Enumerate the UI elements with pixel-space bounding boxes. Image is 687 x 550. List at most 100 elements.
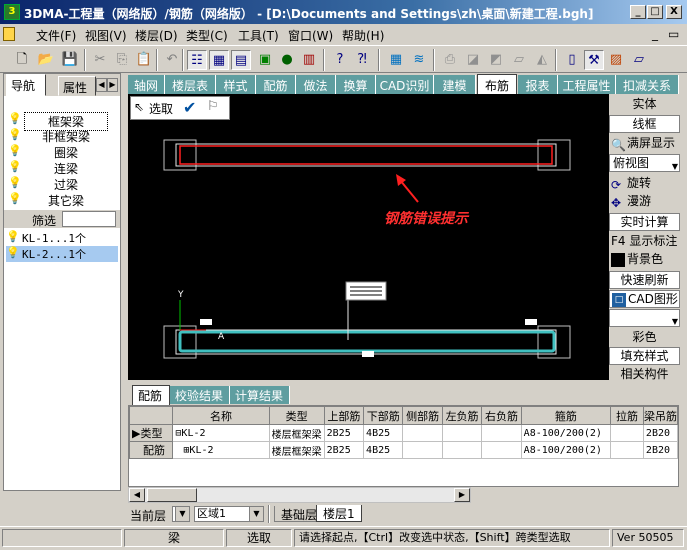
tab-axis-grid[interactable]: 轴网 (128, 75, 165, 94)
column-header[interactable]: 拉筋 (610, 406, 644, 425)
copy-icon[interactable]: ⎘ (112, 50, 132, 70)
column-header[interactable]: 侧部筋 (402, 406, 443, 425)
slab-icon[interactable]: ◭ (532, 50, 552, 70)
column-header[interactable]: 左负筋 (441, 406, 483, 425)
save-icon[interactable]: 💾 (60, 50, 80, 70)
paste-icon[interactable]: 📋 (134, 50, 154, 70)
horizontal-scrollbar[interactable]: ◀ ▶ (128, 487, 471, 503)
table-cell[interactable]: A8-100/200(2) (520, 441, 612, 459)
select-button[interactable]: 选取 (149, 100, 173, 117)
row-header[interactable]: ▶类型 (129, 424, 174, 442)
category-other-beam[interactable]: 💡 其它梁 (8, 192, 118, 208)
layer-icon[interactable]: ▣ (255, 50, 275, 70)
minimize-button[interactable]: _ (630, 5, 646, 19)
grid-icon[interactable]: ▦ (386, 50, 406, 70)
confirm-check-icon[interactable]: ✔ (183, 98, 196, 117)
column-header[interactable]: 名称 (172, 406, 270, 425)
shape-icon[interactable]: ◪ (463, 50, 483, 70)
table-cell[interactable]: 楼层框架梁 (268, 441, 325, 459)
tab-navigation[interactable]: 导航 (6, 74, 46, 96)
scroll-thumb[interactable] (147, 488, 197, 502)
close-button[interactable]: X (666, 5, 682, 19)
table-cell[interactable]: 2B25 (323, 424, 365, 442)
drawing-canvas[interactable]: 钢筋错误提示 Y A (128, 94, 609, 380)
column-header[interactable]: 下部筋 (363, 406, 404, 425)
show-annotation-button[interactable]: F4 显示标注 (609, 233, 680, 251)
table-cell[interactable]: 2B20 (642, 424, 678, 442)
column-header[interactable]: 类型 (268, 406, 325, 425)
eraser-icon[interactable]: ▱ (629, 50, 649, 70)
column-header[interactable]: 箍筋 (520, 406, 612, 425)
tab-scroll-right-icon[interactable]: ▶ (107, 78, 118, 92)
menu-file[interactable]: 文件(F) (36, 27, 76, 44)
row-header[interactable]: 配筋 (129, 441, 174, 459)
wall-icon[interactable]: ▨ (606, 50, 626, 70)
roam-button[interactable]: ✥ 漫游 (609, 193, 680, 211)
tab-cad-recognition[interactable]: CAD识别 (376, 75, 434, 94)
cube-icon[interactable]: ◩ (486, 50, 506, 70)
turtle-icon[interactable]: ● (277, 50, 297, 70)
category-lintel[interactable]: 💡 过梁 (8, 176, 118, 192)
table-cell[interactable]: 4B25 (363, 424, 404, 442)
table-cell[interactable] (441, 441, 483, 459)
table-cell[interactable] (441, 424, 483, 442)
tab-rebar-layout[interactable]: 布筋 (477, 74, 517, 94)
rebar-icon[interactable]: ⚒ (584, 50, 604, 70)
cut-icon[interactable]: ✂ (90, 50, 110, 70)
tab-reinforcement[interactable]: 配筋 (256, 75, 296, 94)
context-help-icon[interactable]: ⁈ (352, 50, 372, 70)
edit-tool-icon[interactable]: ⚐ (207, 99, 219, 114)
fit-screen-button[interactable]: 🔍满屏显示 (609, 135, 680, 153)
area-select[interactable]: 区域1 ▼ (194, 506, 264, 522)
table-cell[interactable] (610, 424, 644, 442)
table-view-icon[interactable]: ▦ (209, 50, 229, 70)
column-header[interactable]: 右负筋 (481, 406, 522, 425)
table-cell[interactable] (610, 441, 644, 459)
selected-beam[interactable] (178, 330, 556, 353)
tab-properties[interactable]: 属性 (58, 76, 96, 96)
category-link-beam[interactable]: 💡 连梁 (8, 160, 118, 176)
column-header[interactable]: 上部筋 (323, 406, 365, 425)
property-view-icon[interactable]: ▤ (231, 50, 251, 70)
table-cell[interactable]: 4B25 (363, 441, 404, 459)
table-cell[interactable]: ⊞KL-2 (172, 441, 270, 459)
menu-floor[interactable]: 楼层(D) (135, 27, 178, 44)
tab-floor-table[interactable]: 楼层表 (165, 75, 216, 94)
new-file-icon[interactable]: 🗋 (12, 50, 32, 70)
table-cell[interactable] (402, 424, 443, 442)
tree-view-icon[interactable]: ☷ (187, 50, 207, 70)
maximize-button[interactable]: □ (647, 5, 663, 19)
wireframe-button[interactable]: 线框 (609, 115, 680, 133)
help-icon[interactable]: ? (330, 50, 350, 70)
menu-type[interactable]: 类型(C) (186, 27, 228, 44)
rotate-button[interactable]: ⟳ 旋转 (609, 175, 680, 193)
tab-style[interactable]: 样式 (216, 75, 256, 94)
column-header[interactable]: 梁吊筋 (642, 406, 678, 425)
print-icon[interactable]: ⎙ (440, 50, 460, 70)
menu-window[interactable]: 窗口(W) (288, 27, 333, 44)
undo-icon[interactable]: ↶ (162, 50, 182, 70)
layers-icon[interactable]: ≋ (409, 50, 429, 70)
member-item[interactable]: 💡 KL-1...1个 (6, 230, 118, 246)
tab-project-properties[interactable]: 工程属性 (558, 75, 616, 94)
sheet-tab-floor1[interactable]: 楼层1 (316, 505, 362, 522)
child-restore-button[interactable]: ▭ (668, 27, 679, 41)
table-cell[interactable] (402, 441, 443, 459)
column-icon[interactable]: ▯ (562, 50, 582, 70)
member-item[interactable]: 💡 KL-2...1个 (6, 246, 118, 262)
scroll-left-icon[interactable]: ◀ (129, 488, 145, 502)
scroll-right-icon[interactable]: ▶ (454, 488, 470, 502)
solid-button[interactable]: 实体 (609, 96, 680, 114)
table-cell[interactable]: 2B25 (323, 441, 365, 459)
view-select[interactable]: 俯视图 ▼ (609, 154, 680, 172)
tab-deduction-relations[interactable]: 扣减关系 (616, 75, 679, 94)
tab-report[interactable]: 报表 (518, 75, 558, 94)
cad-graphic-button[interactable]: □ CAD图形 (609, 290, 680, 308)
table-cell[interactable]: 楼层框架梁 (268, 424, 325, 442)
table-cell[interactable] (481, 424, 522, 442)
tab-scroll-left-icon[interactable]: ◀ (96, 78, 107, 92)
table-row[interactable]: 配筋 ⊞KL-2 楼层框架梁 2B25 4B25 A8-100/200(2) 2… (129, 441, 678, 459)
tab-modeling[interactable]: 建模 (434, 75, 476, 94)
brick-icon[interactable]: ▥ (299, 50, 319, 70)
floor-select[interactable]: ▼ (172, 506, 190, 522)
